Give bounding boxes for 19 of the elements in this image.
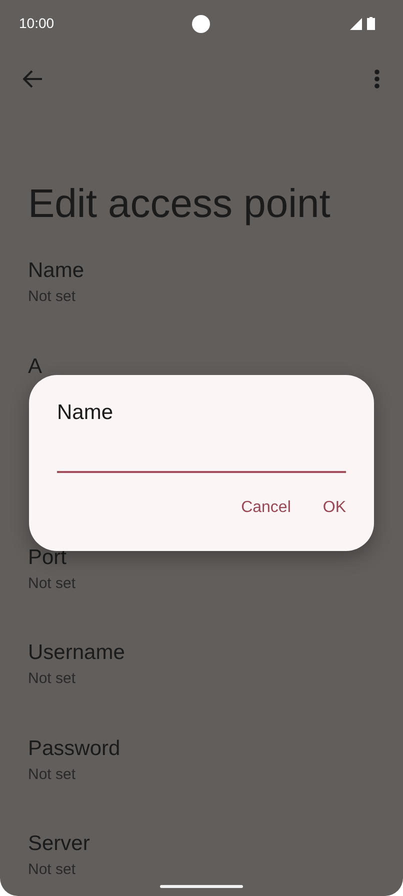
page-title: Edit access point [28, 181, 332, 228]
more-options-icon[interactable] [374, 69, 380, 89]
status-time: 10:00 [19, 15, 54, 31]
setting-title[interactable]: Password [28, 734, 120, 762]
setting-summary: Not set [28, 860, 76, 880]
back-arrow-icon[interactable] [23, 70, 43, 88]
dialog-button[interactable]: Cancel [227, 491, 305, 525]
dialog-button[interactable]: OK [308, 491, 360, 525]
setting-summary: Not set [28, 574, 76, 594]
setting-summary: Not set [28, 287, 76, 307]
dialog-title: Name [57, 400, 114, 426]
signal-icon [350, 18, 362, 30]
battery-icon [367, 16, 375, 30]
setting-summary: Not set [28, 669, 76, 689]
setting-title[interactable]: Username [28, 639, 125, 667]
setting-summary: Not set [28, 764, 76, 784]
setting-title[interactable]: Name [28, 257, 84, 285]
camera-icon [192, 15, 210, 33]
setting-title[interactable]: Server [28, 830, 90, 858]
